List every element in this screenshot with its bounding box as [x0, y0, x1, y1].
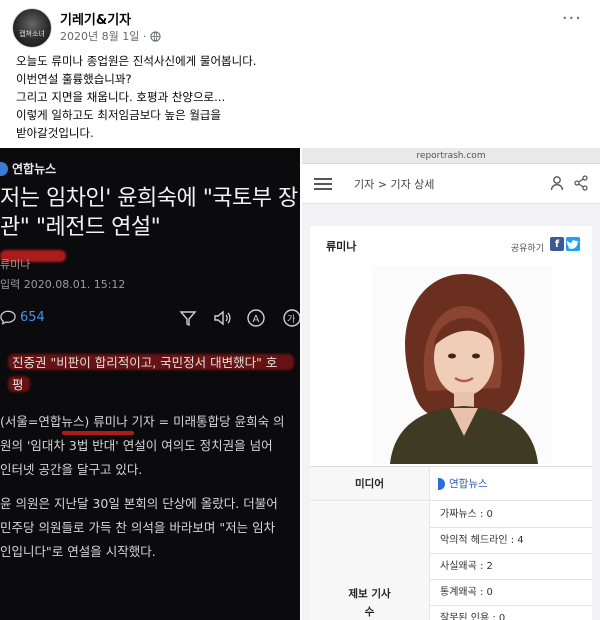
font-size-icon[interactable]: A: [246, 308, 266, 328]
share-label: 공유하기: [510, 244, 544, 254]
article-body: (서울=연합뉴스) 류미나 기자 = 미래통합당 윤희숙 의 원의 '임대차 3…: [0, 410, 300, 564]
post-author[interactable]: 기레기&기자: [60, 9, 131, 28]
more-options-icon[interactable]: ···: [562, 10, 582, 28]
avatar[interactable]: 캡쳐소녀: [12, 8, 52, 48]
svg-text:가: 가: [287, 314, 295, 325]
red-underline-mark: [62, 431, 134, 435]
reporter-info-table: 미디어 연합뉴스 제보 기사 수 가짜뉴스 : 0 악의적 헤드라인 : 4 사…: [310, 466, 592, 620]
report-label-line: 제보 기사: [348, 588, 391, 600]
twitter-share-icon[interactable]: [566, 237, 580, 251]
report-item-wrong-quote: 잘못된 인용 : 0: [430, 606, 592, 620]
headline-line: 저는 임차인' 윤희숙에 "국토부 장: [0, 186, 298, 211]
summary-icon[interactable]: [178, 308, 198, 328]
svg-text:A: A: [253, 314, 260, 325]
body-line: 민주당 의원들로 가득 찬 의석을 바라보며 "저는 임차: [0, 520, 276, 535]
user-icon[interactable]: [550, 175, 564, 191]
report-item-fake-news: 가짜뉴스 : 0: [430, 502, 592, 528]
sub-headline-line: 진중권 "비판이 합리적이고, 국민정서 대변했다" 호: [12, 355, 278, 370]
reporter-card: 류미나 공유하기 f 미디어 연합뉴스 제보 기사 수 가짜뉴스: 0 악의적…: [310, 226, 592, 620]
article-tools: A 가: [178, 308, 300, 328]
report-item-malicious-headline: 악의적 헤드라인 : 4: [430, 528, 592, 554]
body-line: 윤 의원은 지난달 30일 본회의 단상에 올랐다. 더불어: [0, 496, 278, 511]
avatar-caption: 캡쳐소녀: [19, 30, 45, 38]
report-item-stats-distortion: 통계왜곡 : 0: [430, 580, 592, 606]
media-value[interactable]: 연합뉴스: [438, 476, 488, 491]
menu-icon[interactable]: [314, 178, 332, 190]
reportrash-screenshot: reportrash.com 기자 > 기자 상세 류미나 공유하기 f 미디어…: [302, 148, 600, 620]
article-toolbar: 654 A 가: [0, 308, 300, 328]
comment-count[interactable]: 654: [20, 310, 45, 325]
share-icon[interactable]: [574, 175, 588, 191]
globe-icon: [150, 30, 161, 42]
sub-headline-line: 평: [12, 377, 24, 392]
url-bar[interactable]: reportrash.com: [302, 148, 600, 164]
breadcrumb[interactable]: 기자 > 기자 상세: [354, 176, 434, 192]
logo-mark-icon: [0, 161, 8, 176]
body-line: (서울=연합뉴스) 류미나 기자 = 미래통합당 윤희숙 의: [0, 414, 285, 429]
media-logo-icon: [438, 477, 445, 490]
post-line: 받아갈것입니다.: [16, 126, 94, 140]
post-meta: 2020년 8월 1일 ·: [60, 28, 161, 44]
news-logo: 연합뉴스: [0, 160, 56, 177]
news-logo-text: 연합뉴스: [12, 162, 57, 176]
facebook-share-icon[interactable]: f: [550, 237, 564, 251]
body-line: 인터넷 공간을 달구고 있다.: [0, 462, 143, 477]
report-label-line: 수: [364, 606, 375, 618]
facebook-post-header: 캡쳐소녀 기레기&기자 2020년 8월 1일 · ··· 오늘도 류미나 종업…: [0, 0, 600, 150]
post-line: 그리고 지면을 채웁니다. 호평과 찬양으로...: [16, 90, 226, 104]
media-label: 미디어: [310, 467, 430, 500]
media-value-text: 연합뉴스: [449, 478, 488, 490]
body-line: 인입니다"로 연설을 시작했다.: [0, 544, 156, 559]
body-line: 원의 '임대차 3법 반대' 연설이 여의도 정치권을 넘어: [0, 438, 273, 453]
headline-line: 관" "레전드 연설": [0, 215, 161, 240]
post-line: 오늘도 류미나 종업원은 진석사신에게 물어봅니다.: [16, 54, 257, 68]
comment-icon[interactable]: [0, 310, 16, 325]
translate-icon[interactable]: 가: [280, 308, 300, 328]
media-row: 미디어 연합뉴스: [310, 467, 592, 501]
speaker-icon[interactable]: [212, 308, 232, 328]
reporter-name: 류미나: [326, 240, 357, 253]
report-item-fact-distortion: 사실왜곡 : 2: [430, 554, 592, 580]
article-date: 입력 2020.08.01. 15:12: [0, 278, 126, 291]
article-sub-headline: 진중권 "비판이 합리적이고, 국민정서 대변했다" 호 평: [12, 352, 300, 396]
post-text: 오늘도 류미나 종업원은 진석사신에게 물어봅니다. 이번연설 훌륭했습니꽈? …: [16, 52, 576, 142]
news-article-screenshot: 연합뉴스 저는 임차인' 윤희숙에 "국토부 장 관" "레전드 연설" 류미나…: [0, 148, 300, 620]
reporter-photo: [372, 266, 552, 464]
post-line: 이렇게 일하고도 최저임금보다 높은 월급을: [16, 108, 222, 122]
article-reporter: 류미나: [0, 258, 31, 271]
article-headline: 저는 임차인' 윤희숙에 "국토부 장 관" "레전드 연설": [0, 184, 300, 242]
report-count-rows: 제보 기사 수 가짜뉴스 : 0 악의적 헤드라인 : 4 사실왜곡 : 2 통…: [310, 502, 592, 620]
top-nav: 기자 > 기자 상세: [302, 164, 600, 204]
post-date[interactable]: 2020년 8월 1일 ·: [60, 28, 146, 44]
post-line: 이번연설 훌륭했습니꽈?: [16, 72, 132, 86]
body-line: [0, 482, 300, 492]
report-count-label: 제보 기사 수: [310, 502, 430, 620]
